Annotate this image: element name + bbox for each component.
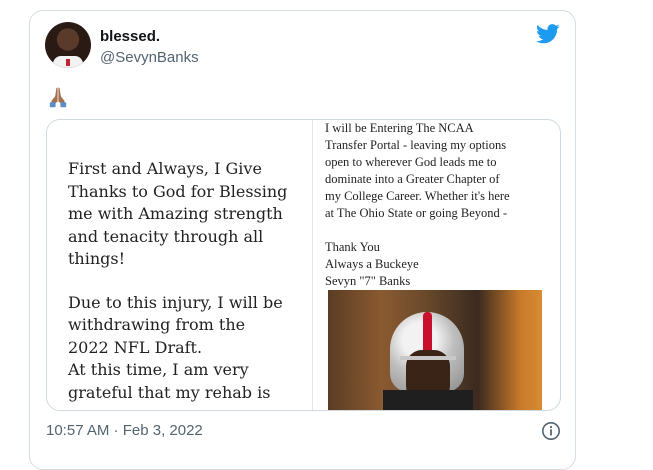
statement-line: At this time, I am very: [68, 360, 249, 379]
statement-line: Always a Buckeye: [325, 257, 419, 271]
info-icon[interactable]: [541, 421, 561, 441]
user-handle[interactable]: @SevynBanks: [100, 49, 199, 66]
statement-line: withdrawing from the: [68, 315, 246, 334]
statement-line: and tenacity through all: [68, 226, 264, 246]
face-mask: [400, 356, 456, 360]
tweet-media-image[interactable]: First and Always, I Give Thanks to God f…: [46, 119, 561, 411]
statement-line: grateful that my rehab is: [68, 382, 271, 402]
statement-line: Due to this injury, I will be: [68, 292, 283, 312]
tweet-timestamp[interactable]: 10:57 AM · Feb 3, 2022: [46, 422, 203, 439]
player-photo: [328, 290, 542, 410]
statement-left-page: First and Always, I Give Thanks to God f…: [47, 120, 305, 410]
statement-line: I will be Entering The NCAA: [325, 121, 474, 135]
display-name[interactable]: blessed.: [100, 28, 160, 45]
statement-line: open to wherever God leads me to: [325, 155, 497, 169]
statement-line: Thanks to God for Blessing: [68, 181, 288, 201]
statement-left-text: First and Always, I Give Thanks to God f…: [68, 158, 298, 404]
avatar[interactable]: [45, 22, 91, 68]
statement-line: Thank You: [325, 240, 380, 254]
praying-hands-icon: [49, 87, 67, 108]
twitter-bird-icon[interactable]: [536, 24, 560, 44]
statement-line: at The Ohio State or going Beyond -: [325, 206, 508, 220]
avatar-tie: [66, 59, 70, 66]
page-divider: [312, 120, 313, 410]
statement-line: my College Career. Whether it's here: [325, 189, 510, 203]
statement-line: Sevyn "7" Banks: [325, 274, 411, 288]
statement-line: dominate into a Greater Chapter of: [325, 172, 500, 186]
statement-right-text: I will be Entering The NCAA Transfer Por…: [325, 120, 557, 290]
statement-line: Transfer Portal - leaving my options: [325, 138, 507, 152]
jersey: [383, 390, 473, 410]
statement-line: things!: [68, 249, 126, 268]
statement-line: First and Always, I Give: [68, 159, 262, 178]
statement-line: 2022 NFL Draft.: [68, 337, 203, 357]
statement-line: me with Amazing strength: [68, 204, 283, 223]
